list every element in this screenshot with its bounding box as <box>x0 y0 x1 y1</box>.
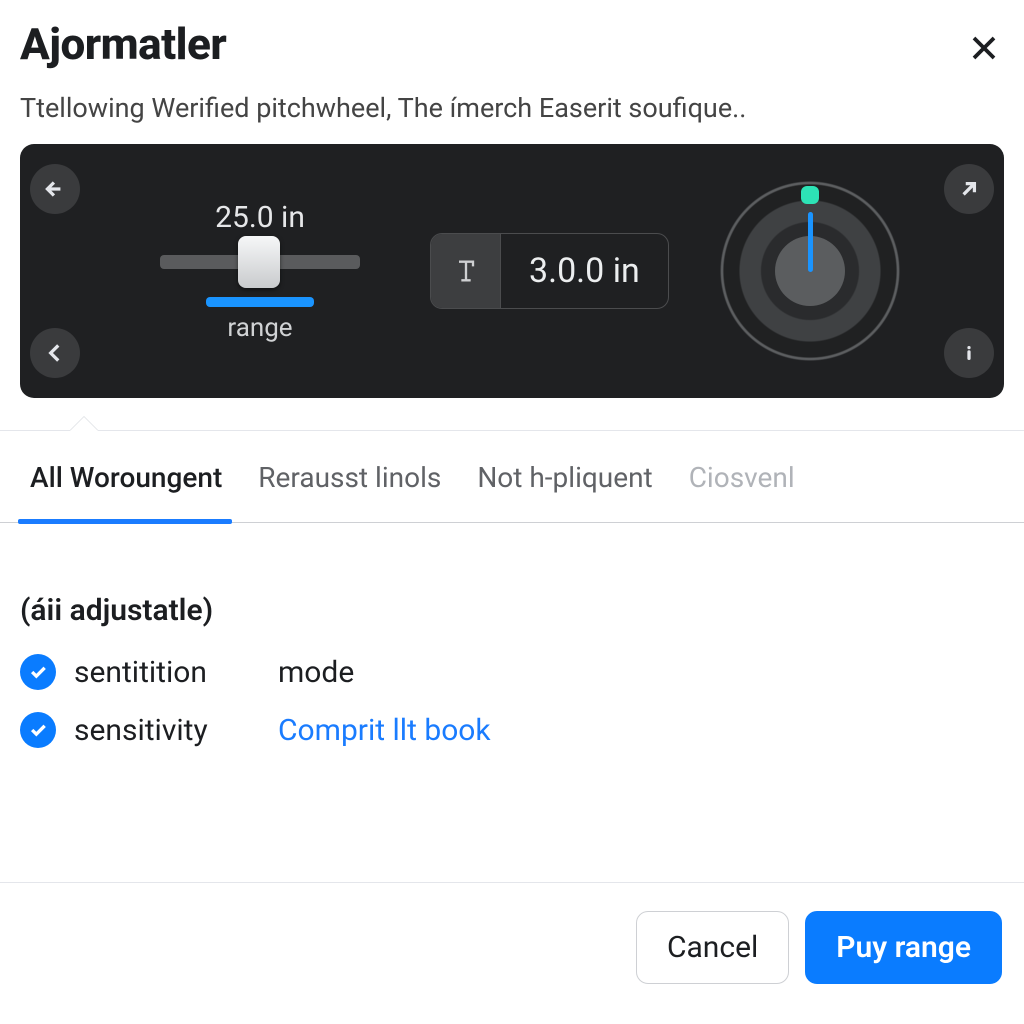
checkmark-icon <box>28 720 48 740</box>
panel-left-controls <box>20 144 90 398</box>
close-icon <box>969 33 999 63</box>
preview-panel: 25.0 in range 3.0.0 in <box>20 144 1004 398</box>
checkbox-sentitition[interactable] <box>20 654 56 690</box>
preview-panel-wrap: 25.0 in range 3.0.0 in <box>0 144 1024 398</box>
tab-underline <box>18 519 232 524</box>
slider-highlight <box>206 297 314 307</box>
dialog-header: Ajormatler Ttellowing Werified pitchwhee… <box>0 0 1024 144</box>
range-slider-block: 25.0 in range <box>120 200 400 343</box>
option-label: sentitition <box>74 655 260 690</box>
option-label: sensitivity <box>74 713 260 748</box>
tabs: All Woroungent Rerausst linols Not h-pli… <box>0 430 1024 523</box>
text-cursor-icon <box>452 257 480 285</box>
checkbox-sensitivity[interactable] <box>20 712 56 748</box>
option-value: mode <box>278 655 354 690</box>
settings-dialog: Ajormatler Ttellowing Werified pitchwhee… <box>0 0 1024 1024</box>
checkmark-icon <box>28 662 48 682</box>
primary-action-button[interactable]: Puy range <box>805 911 1002 984</box>
tab-caret-icon <box>70 417 98 431</box>
info-icon <box>956 340 982 366</box>
tab-not[interactable]: Not h-pliquent <box>465 431 676 522</box>
chevron-left-icon <box>42 340 68 366</box>
close-button[interactable] <box>962 26 1006 70</box>
option-row-sensitivity: sensitivity Comprit llt book <box>20 712 1004 748</box>
dial-needle <box>808 212 813 272</box>
tab-rerausst[interactable]: Rerausst linols <box>246 431 465 522</box>
dialog-subtitle: Ttellowing Werified pitchwheel, The ímer… <box>20 92 1004 124</box>
slider-thumb[interactable] <box>238 236 280 288</box>
back-button[interactable] <box>30 164 80 214</box>
option-link[interactable]: Comprit llt book <box>278 713 491 748</box>
dialog-title: Ajormatler <box>20 18 1004 70</box>
slider-label: range <box>227 313 292 343</box>
dialog-footer: Cancel Puy range <box>0 882 1024 1012</box>
range-slider[interactable] <box>160 255 360 269</box>
tab-all[interactable]: All Woroungent <box>18 431 246 522</box>
panel-center: 25.0 in range 3.0.0 in <box>90 144 934 398</box>
options-heading: (áii adjustatle) <box>20 593 1004 628</box>
info-button[interactable] <box>944 328 994 378</box>
arrow-left-icon <box>42 176 68 202</box>
prev-button[interactable] <box>30 328 80 378</box>
cancel-button[interactable]: Cancel <box>636 911 789 984</box>
numeric-display[interactable]: 3.0.0 in <box>430 233 669 309</box>
open-button[interactable] <box>944 164 994 214</box>
jog-dial[interactable] <box>715 176 905 366</box>
dial-indicator-icon <box>801 186 819 204</box>
tab-ciosvenl[interactable]: Ciosvenl <box>677 431 819 522</box>
numeric-value: 3.0.0 in <box>501 234 668 308</box>
options-section: (áii adjustatle) sentitition mode sensit… <box>0 523 1024 748</box>
option-row-sentitition: sentitition mode <box>20 654 1004 690</box>
arrow-up-right-icon <box>956 176 982 202</box>
type-icon-box <box>431 234 501 308</box>
panel-right-controls <box>934 144 1004 398</box>
slider-value: 25.0 in <box>215 200 305 235</box>
